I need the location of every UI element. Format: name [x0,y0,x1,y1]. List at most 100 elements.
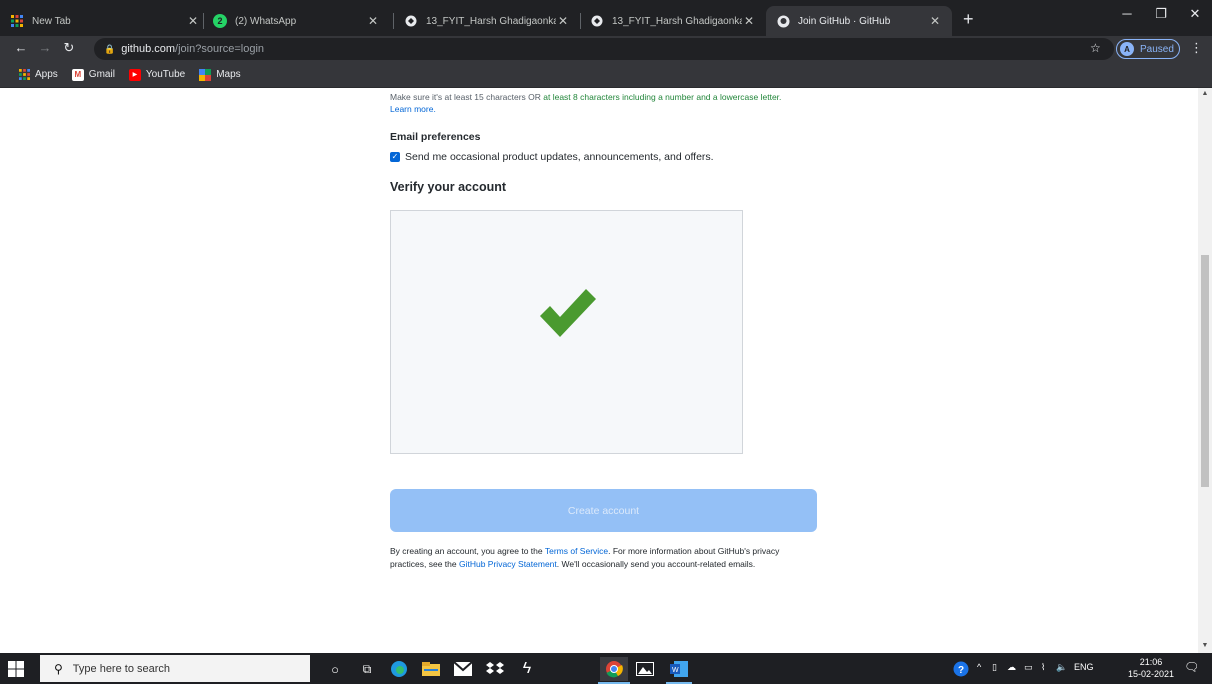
dropbox-icon[interactable] [484,658,506,680]
tray-device-icon[interactable]: ▯ [992,662,997,673]
taskbar-search-box[interactable]: ⚲ Type here to search [40,655,310,682]
notification-center-icon[interactable]: 🗨 [1184,660,1199,674]
svg-text:?: ? [958,665,964,676]
close-tab-icon[interactable]: ✕ [742,14,756,28]
bookmark-apps[interactable]: Apps [18,69,58,81]
tab-title: Join GitHub · GitHub [798,15,891,27]
word-icon[interactable]: W [668,658,690,680]
apps-grid-icon [10,14,24,28]
terms-text-1: By creating an account, you agree to the [390,546,545,556]
maps-icon [199,68,212,81]
close-tab-icon[interactable]: ✕ [928,14,942,28]
scrollbar-thumb[interactable] [1201,255,1209,487]
tab-badge: 2 [217,16,223,26]
bookmark-label: Apps [35,69,58,80]
password-hint-ok: at least 8 characters including a number… [543,92,782,102]
volume-icon[interactable]: 🔈 [1056,662,1067,673]
whatsapp-icon: 2 [213,14,227,28]
maximize-icon[interactable]: ❐ [1146,6,1176,22]
tab-whatsapp-close[interactable]: ✕ [366,6,390,36]
github-signup-page: Make sure it's at least 15 characters OR… [0,88,1198,653]
avatar: A [1120,42,1134,56]
profile-status: Paused [1140,43,1174,55]
tray-chevron-up-icon[interactable]: ^ [977,662,981,672]
menu-kebab-icon[interactable]: ⋮ [1190,40,1203,56]
password-hint: Make sure it's at least 15 characters OR… [390,91,830,115]
search-placeholder: Type here to search [72,662,171,675]
tab-title: 13_FYIT_Harsh Ghadigaonkar_IT- [426,15,556,27]
github-icon [776,14,790,28]
create-account-button[interactable]: Create account [390,489,817,532]
edge-icon[interactable] [388,658,410,680]
bookmark-star-icon[interactable]: ☆ [1090,41,1101,55]
learn-more-link[interactable]: Learn more. [390,104,436,114]
terms-of-service-link[interactable]: Terms of Service [545,546,608,556]
scroll-down-arrow-icon[interactable]: ▼ [1201,642,1209,649]
help-icon[interactable]: ? [950,658,972,680]
bookmark-gmail[interactable]: M Gmail [71,68,115,81]
reload-icon[interactable]: ↻ [60,40,78,56]
terms-text-3: . We'll occasionally send you account-re… [556,558,756,569]
tab-new-tab[interactable]: New Tab ✕ [0,6,210,36]
windows-taskbar: ⚲ Type here to search ○ ⧉ ϟ W ? ^ ▯ ☁ ▭ … [0,653,1212,684]
clock-date: 15-02-2021 [1127,669,1175,679]
address-bar[interactable]: 🔒 github.com /join?source=login [94,38,1114,60]
close-window-icon[interactable]: ✕ [1180,6,1210,22]
file-explorer-icon[interactable] [420,658,442,680]
url-host: github.com [121,43,176,55]
privacy-statement-link[interactable]: GitHub Privacy Statement [459,559,557,569]
minimize-icon[interactable]: ─ [1112,6,1142,21]
winamp-lightning-icon[interactable]: ϟ [516,658,538,680]
captcha-panel [390,210,743,454]
close-tab-icon[interactable]: ✕ [366,14,380,28]
profile-button[interactable]: A Paused [1116,39,1180,59]
youtube-icon: ▶ [128,68,141,81]
tab-fyit-2[interactable]: 13_FYIT_Harsh Ghadigaonkar_IT- ✕ [580,6,766,36]
tab-title: 13_FYIT_Harsh Ghadigaonkar_IT- [612,15,742,27]
terms-notice: By creating an account, you agree to the… [390,545,810,570]
new-tab-button[interactable]: + [963,10,974,28]
windows-start-icon[interactable] [8,661,24,677]
email-preferences-row[interactable]: ✓ Send me occasional product updates, an… [390,151,714,163]
tab-join-github[interactable]: Join GitHub · GitHub ✕ [766,6,952,36]
language-indicator[interactable]: ENG [1074,662,1094,672]
battery-icon[interactable]: ▭ [1024,662,1033,673]
gmail-icon: M [71,68,84,81]
password-hint-text: Make sure it's at least 15 characters OR [390,92,544,102]
back-arrow-icon[interactable]: ← [12,40,30,55]
bookmark-label: YouTube [145,69,186,80]
clock-time: 21:06 [1139,657,1163,667]
svg-text:W: W [672,667,679,674]
task-view-icon[interactable]: ⧉ [356,658,378,680]
scroll-up-arrow-icon[interactable]: ▲ [1201,90,1209,97]
email-optin-label: Send me occasional product updates, anno… [405,151,714,163]
tab-fyit-1[interactable]: 13_FYIT_Harsh Ghadigaonkar_IT- ✕ [394,6,580,36]
photos-icon[interactable] [634,658,656,680]
mail-icon[interactable] [452,658,474,680]
search-icon: ⚲ [54,661,63,676]
cortana-icon[interactable]: ○ [324,658,346,680]
email-optin-checkbox[interactable]: ✓ [390,152,400,162]
page-scrollbar[interactable]: ▲ ▼ [1198,88,1212,653]
taskbar-clock[interactable]: 21:06 15-02-2021 [1126,656,1176,680]
close-tab-icon[interactable]: ✕ [186,14,200,28]
lock-icon: 🔒 [104,43,116,54]
bookmark-maps[interactable]: Maps [199,68,241,81]
verified-check-icon [540,289,596,337]
browser-tab-strip: New Tab ✕ 2 (2) WhatsApp ✕ 13_FYIT_Harsh… [0,0,1212,36]
apps-grid-icon [18,69,30,81]
wifi-icon[interactable]: ⌇ [1041,662,1045,673]
onedrive-cloud-icon[interactable]: ☁ [1007,662,1016,673]
globe-icon [590,14,604,28]
tab-title: (2) WhatsApp [235,15,297,27]
email-preferences-heading: Email preferences [390,131,481,143]
url-path: /join?source=login [175,43,265,55]
bookmarks-bar: Apps M Gmail ▶ YouTube Maps [0,62,1212,88]
bookmark-label: Gmail [88,69,115,80]
tab-whatsapp[interactable]: 2 (2) WhatsApp [203,6,373,36]
close-tab-icon[interactable]: ✕ [556,14,570,28]
bookmark-label: Maps [216,69,241,80]
chrome-icon[interactable] [600,657,628,681]
bookmark-youtube[interactable]: ▶ YouTube [128,68,186,81]
forward-arrow-icon[interactable]: → [36,40,54,55]
